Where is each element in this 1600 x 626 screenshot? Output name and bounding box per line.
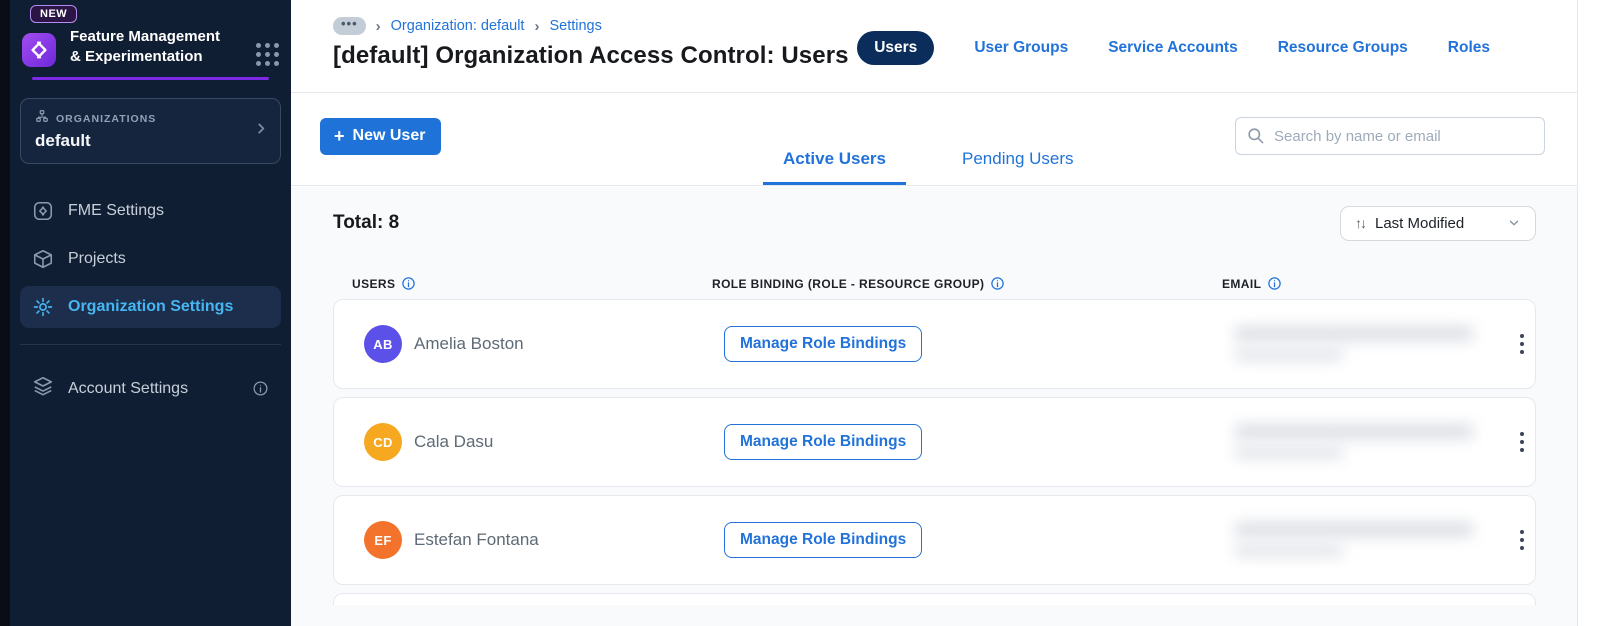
gear-icon: [32, 296, 54, 318]
tab-resource-groups[interactable]: Resource Groups: [1278, 39, 1408, 57]
sidebar: NEW Feature Management & Experimentation: [10, 0, 291, 626]
user-state-tabs: Active Users Pending Users: [763, 149, 1094, 185]
organization-name: default: [35, 131, 91, 150]
avatar: EF: [364, 521, 402, 559]
user-cell: EF Estefan Fontana: [364, 521, 724, 559]
chevron-right-icon: [254, 122, 268, 141]
column-header-role-binding: ROLE BINDING (ROLE - RESOURCE GROUP): [712, 276, 1222, 291]
search-input[interactable]: [1235, 117, 1545, 155]
sidebar-item-account-settings[interactable]: Account Settings: [10, 365, 291, 412]
breadcrumb: ••• › Organization: default › Settings: [333, 0, 1600, 35]
summary-row: Total: 8 ↑↓ Last Modified: [333, 204, 1536, 242]
row-menu-kebab-icon[interactable]: [1494, 524, 1550, 557]
page-header: ••• › Organization: default › Settings […: [291, 0, 1600, 93]
email-redacted: [1234, 420, 1494, 464]
tab-active-users[interactable]: Active Users: [763, 149, 907, 185]
tab-roles[interactable]: Roles: [1448, 39, 1490, 57]
total-count: Total: 8: [333, 212, 400, 233]
column-header-email: EMAIL: [1222, 276, 1480, 291]
brand-divider: [32, 77, 269, 80]
breadcrumb-ellipsis-button[interactable]: •••: [333, 17, 366, 35]
tab-service-accounts[interactable]: Service Accounts: [1108, 39, 1238, 57]
toolbar: + New User Active Users Pending Users: [291, 93, 1600, 186]
organizations-icon: [35, 109, 49, 128]
row-menu-kebab-icon[interactable]: [1494, 328, 1550, 361]
sidebar-item-label: Projects: [68, 250, 126, 267]
search-icon: [1248, 128, 1264, 144]
info-icon[interactable]: [990, 276, 1005, 291]
breadcrumb-link-settings[interactable]: Settings: [549, 18, 601, 34]
manage-role-bindings-button[interactable]: Manage Role Bindings: [724, 326, 923, 362]
info-icon[interactable]: [401, 276, 416, 291]
user-cell: CD Cala Dasu: [364, 423, 724, 461]
account-settings-icon: [32, 375, 54, 402]
chevron-right-icon: ›: [534, 17, 540, 35]
tab-users[interactable]: Users: [857, 31, 935, 65]
table-row: AB Amelia Boston Manage Role Bindings: [333, 299, 1536, 389]
row-menu-kebab-icon[interactable]: [1494, 426, 1550, 459]
table-row: EF Estefan Fontana Manage Role Bindings: [333, 495, 1536, 585]
new-badge: NEW: [30, 5, 78, 23]
right-gutter: [1577, 0, 1600, 626]
manage-role-bindings-button[interactable]: Manage Role Bindings: [724, 424, 923, 460]
organization-selector[interactable]: ORGANIZATIONS default: [20, 98, 281, 164]
breadcrumb-link-organization[interactable]: Organization: default: [391, 18, 525, 34]
tab-pending-users[interactable]: Pending Users: [942, 149, 1094, 185]
new-user-button[interactable]: + New User: [320, 118, 442, 155]
fme-settings-icon: [32, 200, 54, 222]
column-header-users: USERS: [352, 276, 712, 291]
user-name: Cala Dasu: [414, 432, 494, 451]
user-name: Amelia Boston: [414, 334, 524, 353]
projects-icon: [32, 248, 54, 270]
chevron-down-icon: [1507, 216, 1521, 230]
manage-role-bindings-button[interactable]: Manage Role Bindings: [724, 522, 923, 558]
sidebar-item-projects[interactable]: Projects: [20, 238, 281, 280]
app-logo-icon: [22, 33, 56, 67]
sort-icon: ↑↓: [1355, 215, 1367, 231]
access-control-tabs: Users User Groups Service Accounts Resou…: [857, 31, 1490, 65]
sidebar-item-label: Account Settings: [68, 379, 189, 397]
users-list-section: Total: 8 ↑↓ Last Modified USERS ROLE BIN…: [291, 187, 1577, 626]
sidebar-item-label: Organization Settings: [68, 298, 234, 315]
table-header: USERS ROLE BINDING (ROLE - RESOURCE GROU…: [333, 276, 1536, 291]
info-icon[interactable]: [252, 380, 269, 397]
sort-selected-value: Last Modified: [1375, 214, 1465, 232]
user-name: Estefan Fontana: [414, 530, 539, 549]
sort-dropdown[interactable]: ↑↓ Last Modified: [1340, 205, 1536, 241]
sidebar-item-fme-settings[interactable]: FME Settings: [20, 190, 281, 232]
app-title: Feature Management & Experimentation: [70, 28, 221, 65]
organizations-label: ORGANIZATIONS: [56, 112, 157, 125]
avatar: CD: [364, 423, 402, 461]
apps-grid-icon[interactable]: [256, 43, 279, 66]
email-redacted: [1234, 518, 1494, 562]
table-row-partial: [333, 593, 1536, 605]
sidebar-divider: [20, 344, 281, 345]
table-row: CD Cala Dasu Manage Role Bindings: [333, 397, 1536, 487]
avatar: AB: [364, 325, 402, 363]
sidebar-item-label: FME Settings: [68, 202, 165, 219]
app-brand: Feature Management & Experimentation: [22, 27, 279, 67]
chevron-right-icon: ›: [375, 17, 381, 35]
email-redacted: [1234, 322, 1494, 366]
sidebar-item-organization-settings[interactable]: Organization Settings: [20, 286, 281, 328]
tab-user-groups[interactable]: User Groups: [974, 39, 1068, 57]
plus-icon: +: [334, 126, 345, 146]
collapsed-left-rail: [0, 0, 10, 626]
user-cell: AB Amelia Boston: [364, 325, 724, 363]
main-area: ••• › Organization: default › Settings […: [291, 0, 1600, 626]
new-user-button-label: New User: [352, 127, 426, 144]
sidebar-menu: FME Settings Projects Organization Setti…: [10, 190, 291, 328]
search-box: [1235, 117, 1545, 155]
sidebar-header: NEW Feature Management & Experimentation: [10, 0, 291, 80]
info-icon[interactable]: [1267, 276, 1282, 291]
